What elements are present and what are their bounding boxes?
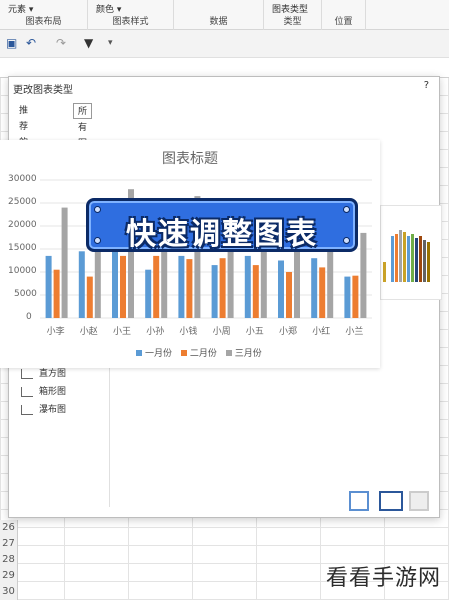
chart-legend[interactable]: 一月份 二月份 三月份 [130, 346, 262, 359]
bar-1[interactable] [344, 276, 351, 318]
x-tick-label: 小王 [113, 327, 132, 337]
ribbon: 元素 ▾ 图表布局 颜色 ▾ 图表样式 数据 图表类型 类型 位置 [0, 0, 449, 30]
bar-1[interactable] [211, 265, 218, 318]
ribbon-group-data[interactable]: 数据 [174, 0, 264, 30]
legend-swatch [136, 350, 142, 356]
bar-1[interactable] [244, 255, 251, 318]
bar-2[interactable] [153, 255, 160, 318]
redo-icon[interactable]: ↷ [56, 36, 66, 50]
bar-2[interactable] [252, 265, 259, 318]
formula-bar[interactable] [0, 58, 449, 78]
divider [109, 357, 110, 507]
ribbon-group-type[interactable]: 图表类型 类型 [264, 0, 322, 30]
x-tick-label: 小李 [46, 327, 65, 337]
save-icon[interactable]: ▣ [6, 36, 17, 50]
group-label: 数据 [209, 17, 228, 27]
x-tick-label: 小赵 [79, 327, 98, 337]
variant-thumbnail[interactable] [349, 491, 369, 511]
legend-label: 二月份 [189, 349, 217, 359]
x-tick-label: 小兰 [345, 327, 364, 337]
group-label: 类型 [283, 17, 302, 27]
title-banner: 快速调整图表 [86, 198, 358, 252]
group-label: 位置 [334, 17, 353, 27]
row-headers: 26 27 28 29 30 [0, 520, 18, 600]
customize-qat-icon[interactable]: ▾ [108, 38, 113, 48]
x-tick-label: 小钱 [179, 327, 198, 337]
banner-text: 快速调整图表 [126, 217, 318, 252]
watermark-logo: 看看手游网 [325, 566, 441, 591]
chart-type-label: 瀑布图 [39, 405, 67, 415]
x-tick-label: 小红 [312, 327, 331, 337]
help-button[interactable]: ? [424, 80, 429, 91]
bar-2[interactable] [86, 276, 93, 318]
dialog-title: 更改图表类型 [13, 85, 73, 96]
ribbon-group-style[interactable]: 颜色 ▾ 图表样式 [88, 0, 174, 30]
legend-label: 一月份 [145, 349, 173, 359]
bar-1[interactable] [45, 255, 52, 318]
bar-2[interactable] [286, 272, 292, 318]
bar-2[interactable] [352, 275, 359, 318]
bar-1[interactable] [178, 255, 185, 318]
x-tick-label: 小周 [212, 327, 231, 337]
bar-3[interactable] [61, 207, 68, 318]
waterfall-icon [21, 405, 33, 415]
row-number[interactable]: 26 [0, 520, 17, 536]
row-number[interactable]: 29 [0, 568, 17, 584]
quick-access-toolbar: ▣ ↶ ↷ ▼ ▾ [0, 30, 449, 58]
row-number[interactable]: 30 [0, 584, 17, 600]
ribbon-group-location[interactable]: 位置 [322, 0, 366, 30]
tab-recommended[interactable]: 推荐的图表 [15, 103, 32, 180]
ribbon-group-layout[interactable]: 元素 ▾ 图表布局 [0, 0, 88, 30]
histogram-icon [21, 369, 33, 379]
group-label: 图表样式 [112, 17, 149, 27]
chart-type-list: 直方图 箱形图 瀑布图 [21, 365, 66, 419]
bar-1[interactable] [311, 258, 318, 318]
chart-type-boxplot[interactable]: 箱形图 [21, 383, 66, 401]
row-number[interactable]: 27 [0, 536, 17, 552]
variant-thumbnail[interactable] [409, 491, 429, 511]
chart-preview-thumbnail[interactable] [380, 205, 442, 300]
legend-swatch [225, 350, 232, 356]
bar-1[interactable] [112, 251, 118, 318]
bar-2[interactable] [120, 255, 126, 318]
bar-2[interactable] [219, 258, 226, 318]
chart-preview[interactable]: 图表标题 30000 25000 20000 15000 10000 5000 … [0, 140, 380, 368]
x-tick-label: 小五 [245, 327, 264, 337]
x-tick-label: 小孙 [146, 327, 165, 337]
x-tick-label: 小郑 [279, 327, 298, 337]
bar-2[interactable] [319, 267, 326, 318]
bar-3[interactable] [360, 232, 367, 318]
chart-variant-thumbnails [349, 491, 429, 511]
group-label: 图表布局 [25, 17, 62, 27]
bar-2[interactable] [53, 269, 60, 318]
variant-thumbnail-selected[interactable] [379, 491, 403, 511]
bar-1[interactable] [145, 269, 152, 318]
chart-type-label: 直方图 [39, 369, 67, 379]
tab-all-charts[interactable]: 所有图表 [73, 103, 93, 165]
bar-1[interactable] [278, 260, 284, 319]
row-number[interactable]: 28 [0, 552, 17, 568]
undo-icon[interactable]: ↶ [26, 36, 36, 50]
chart-type-waterfall[interactable]: 瀑布图 [21, 401, 66, 419]
boxplot-icon [21, 387, 33, 397]
preview-bars [383, 230, 430, 282]
filter-icon[interactable]: ▼ [84, 36, 93, 50]
chart-type-label: 箱形图 [39, 387, 67, 397]
bar-2[interactable] [186, 259, 193, 318]
legend-label: 三月份 [234, 349, 262, 359]
bar-1[interactable] [78, 251, 85, 318]
legend-swatch [180, 350, 187, 356]
